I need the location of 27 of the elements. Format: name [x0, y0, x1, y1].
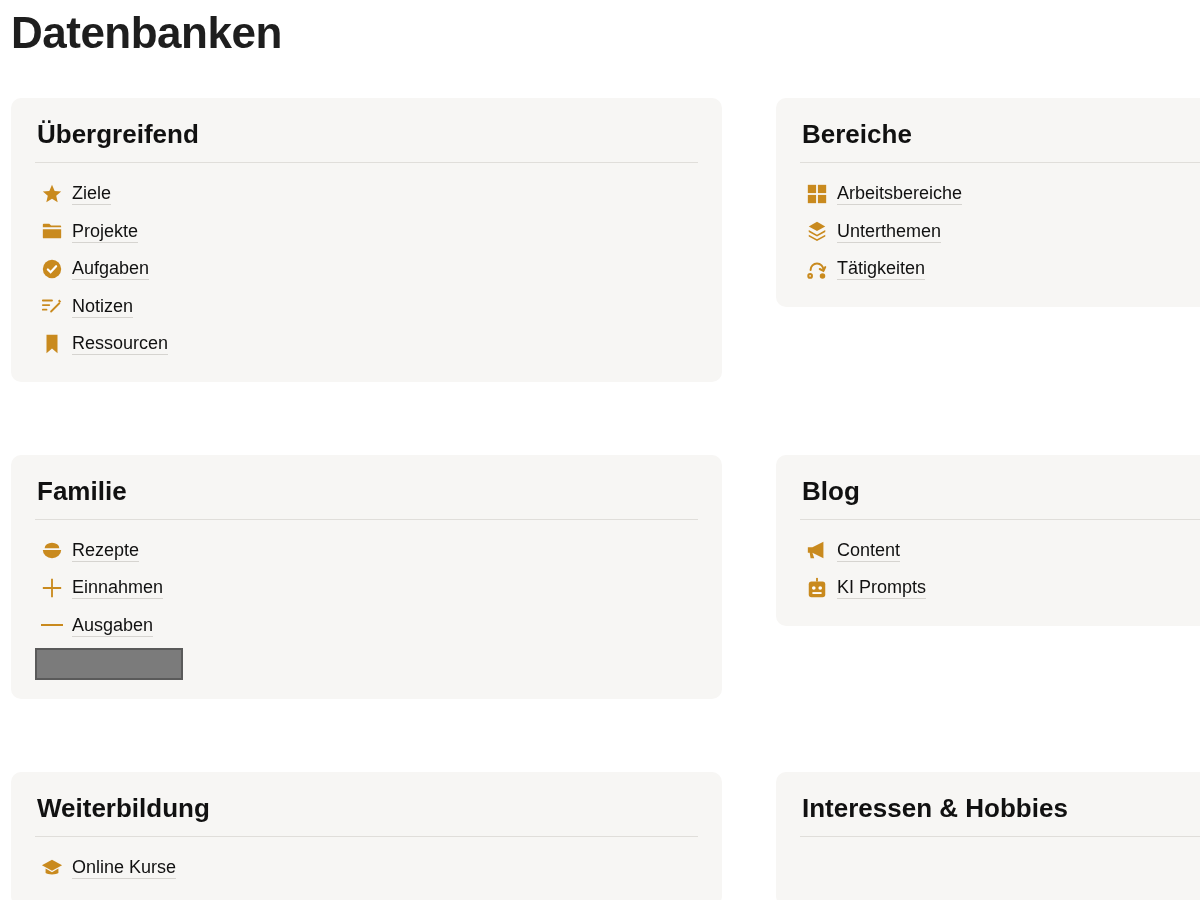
database-link[interactable]: Einnahmen [72, 576, 164, 600]
database-link[interactable]: Ziele [72, 182, 111, 206]
robot-icon [806, 576, 828, 599]
database-link[interactable]: Aufgaben [72, 257, 150, 281]
card-heading: Übergreifend [35, 118, 698, 163]
database-link[interactable]: Unterthemen [837, 219, 942, 243]
database-link[interactable]: Online Kurse [72, 856, 177, 880]
card-heading: Blog [800, 474, 1200, 520]
check-circle-icon [41, 257, 63, 280]
database-link[interactable]: Projekte [72, 219, 139, 243]
database-link[interactable]: Arbeitsbereiche [837, 182, 963, 206]
page-title: Datenbanken [11, 7, 283, 59]
card-heading: Weiterbildung [35, 792, 698, 837]
database-link[interactable]: Ausgaben [72, 613, 154, 637]
database-link[interactable]: Notizen [72, 294, 134, 318]
card-heading: Familie [35, 474, 698, 520]
minus-icon [41, 624, 63, 627]
database-link[interactable]: KI Prompts [837, 576, 927, 600]
grid-icon [806, 182, 828, 205]
database-link[interactable]: Ressourcen [72, 332, 169, 356]
database-link[interactable]: Rezepte [72, 538, 140, 562]
database-link[interactable]: Content [837, 538, 901, 562]
card-heading: Bereiche [800, 118, 1200, 163]
layers-icon [806, 220, 828, 243]
card-heading: Interessen & Hobbies [800, 792, 1200, 837]
database-link[interactable]: Tätigkeiten [837, 257, 926, 281]
plus-icon [41, 576, 63, 599]
